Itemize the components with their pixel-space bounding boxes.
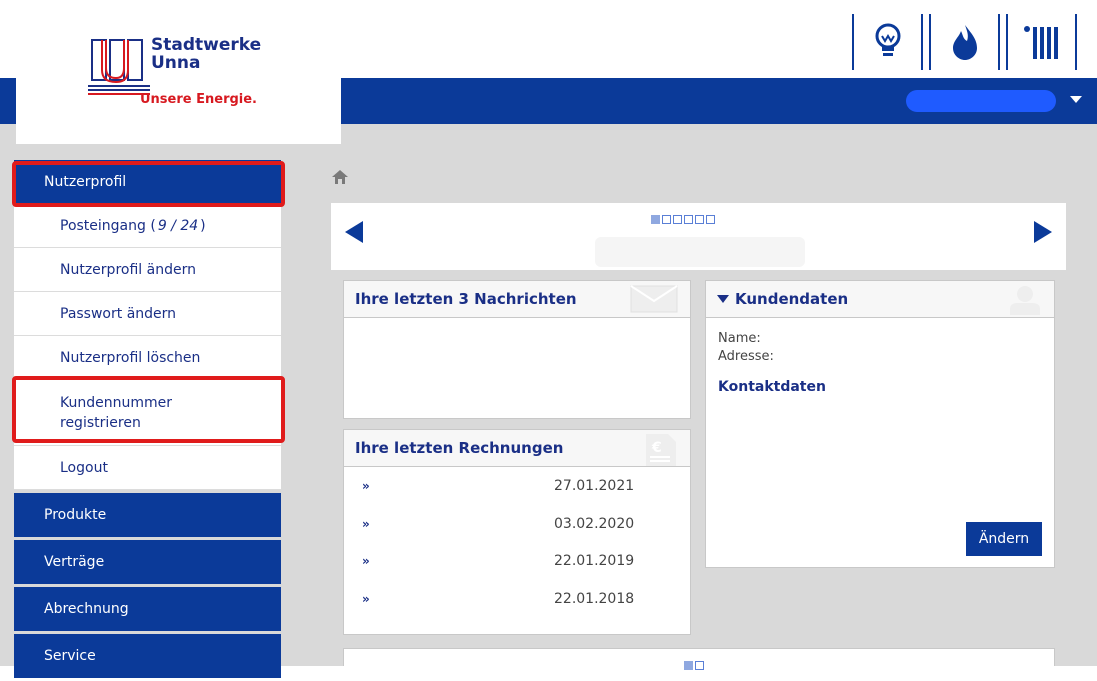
carousel-next-arrow-icon[interactable] bbox=[1034, 221, 1052, 243]
carousel bbox=[331, 203, 1066, 270]
envelope-icon bbox=[630, 285, 678, 313]
caret-down-icon[interactable] bbox=[1070, 96, 1082, 103]
sidebar-subitem-posteingang[interactable]: Posteingang ( 9 / 24 ) bbox=[14, 204, 281, 248]
posteingang-label: Posteingang ( bbox=[60, 217, 156, 234]
caret-down-icon bbox=[717, 295, 729, 303]
highlight-box-nutzerprofil bbox=[12, 161, 285, 207]
rechnung-row[interactable]: » 03.02.2020 bbox=[362, 516, 634, 532]
carousel-dot[interactable] bbox=[706, 215, 715, 224]
carousel-dot[interactable] bbox=[662, 215, 671, 224]
invoice-icon: € bbox=[646, 434, 676, 466]
nachrichten-panel-header: Ihre letzten 3 Nachrichten bbox=[344, 281, 690, 318]
sidebar-subitem-passwort-aendern[interactable]: Passwort ändern bbox=[14, 292, 281, 336]
rechnung-row[interactable]: » 22.01.2019 bbox=[362, 553, 634, 569]
radiator-icon bbox=[1023, 26, 1058, 59]
carousel-dot[interactable] bbox=[673, 215, 682, 224]
nachrichten-panel: Ihre letzten 3 Nachrichten bbox=[343, 280, 691, 419]
carousel-dot[interactable] bbox=[651, 215, 660, 224]
flame-icon bbox=[952, 25, 977, 60]
logo-card[interactable]: Stadtwerke Unna Unsere Energie. bbox=[16, 0, 341, 144]
rechnungen-panel-header: Ihre letzten Rechnungen € bbox=[344, 430, 690, 467]
adresse-label: Adresse: bbox=[718, 349, 774, 364]
logo-name-line1: Stadtwerke bbox=[151, 35, 262, 55]
carousel-content-redacted bbox=[595, 237, 805, 267]
aendern-button[interactable]: Ändern bbox=[966, 522, 1042, 556]
posteingang-count: 9 / 24 bbox=[157, 217, 199, 234]
svg-text:€: € bbox=[651, 440, 662, 456]
gas-button[interactable] bbox=[929, 14, 1000, 70]
highlight-box-kundennummer bbox=[12, 376, 285, 443]
carousel-dot[interactable] bbox=[695, 215, 704, 224]
stadtwerke-logo-icon bbox=[88, 39, 150, 95]
rechnung-date: 22.01.2018 bbox=[554, 591, 635, 607]
sidebar-subitem-profil-loeschen[interactable]: Nutzerprofil löschen bbox=[14, 336, 281, 380]
rechnung-row[interactable]: » 27.01.2021 bbox=[362, 478, 634, 494]
rechnungen-panel: Ihre letzten Rechnungen € » 27.01.2021 »… bbox=[343, 429, 691, 635]
rechnung-date: 22.01.2019 bbox=[554, 553, 635, 569]
name-label: Name: bbox=[718, 331, 761, 346]
sidebar-item-produkte[interactable]: Produkte bbox=[14, 493, 281, 537]
sidebar-item-service[interactable]: Service bbox=[14, 634, 281, 678]
kundendaten-panel-header[interactable]: Kundendaten bbox=[706, 281, 1054, 318]
row-arrow-icon: » bbox=[362, 517, 370, 531]
waerme-button[interactable] bbox=[1006, 14, 1077, 70]
kontaktdaten-link[interactable]: Kontaktdaten bbox=[718, 379, 826, 395]
sidebar-item-vertraege[interactable]: Verträge bbox=[14, 540, 281, 584]
home-icon[interactable] bbox=[332, 170, 348, 184]
carousel-prev-arrow-icon[interactable] bbox=[345, 221, 363, 243]
bulb-icon bbox=[875, 23, 900, 56]
logo-slogan: Unsere Energie. bbox=[140, 92, 257, 107]
rechnung-date: 03.02.2020 bbox=[554, 516, 635, 532]
bottom-carousel-panel bbox=[343, 648, 1055, 670]
carousel-dot[interactable] bbox=[684, 215, 693, 224]
strom-button[interactable] bbox=[852, 14, 923, 70]
sidebar-subitem-logout[interactable]: Logout bbox=[14, 446, 281, 490]
person-icon bbox=[1010, 286, 1040, 315]
row-arrow-icon: » bbox=[362, 554, 370, 568]
carousel-dots bbox=[651, 215, 715, 224]
sidebar-subitem-profil-aendern[interactable]: Nutzerprofil ändern bbox=[14, 248, 281, 292]
kundendaten-panel: Kundendaten Name: Adresse: Kontaktdaten … bbox=[705, 280, 1055, 568]
posteingang-close: ) bbox=[200, 217, 206, 234]
utility-icons bbox=[852, 14, 1083, 70]
row-arrow-icon: » bbox=[362, 479, 370, 493]
sidebar-item-abrechnung[interactable]: Abrechnung bbox=[14, 587, 281, 631]
rechnung-date: 27.01.2021 bbox=[554, 478, 635, 494]
rechnung-row[interactable]: » 22.01.2018 bbox=[362, 591, 634, 607]
kundendaten-panel-title: Kundendaten bbox=[735, 290, 849, 308]
row-arrow-icon: » bbox=[362, 592, 370, 606]
nachrichten-panel-title: Ihre letzten 3 Nachrichten bbox=[355, 290, 577, 308]
rechnungen-panel-title: Ihre letzten Rechnungen bbox=[355, 439, 564, 457]
logo-name-line2: Unna bbox=[151, 53, 201, 73]
user-name-pill[interactable] bbox=[906, 90, 1056, 112]
